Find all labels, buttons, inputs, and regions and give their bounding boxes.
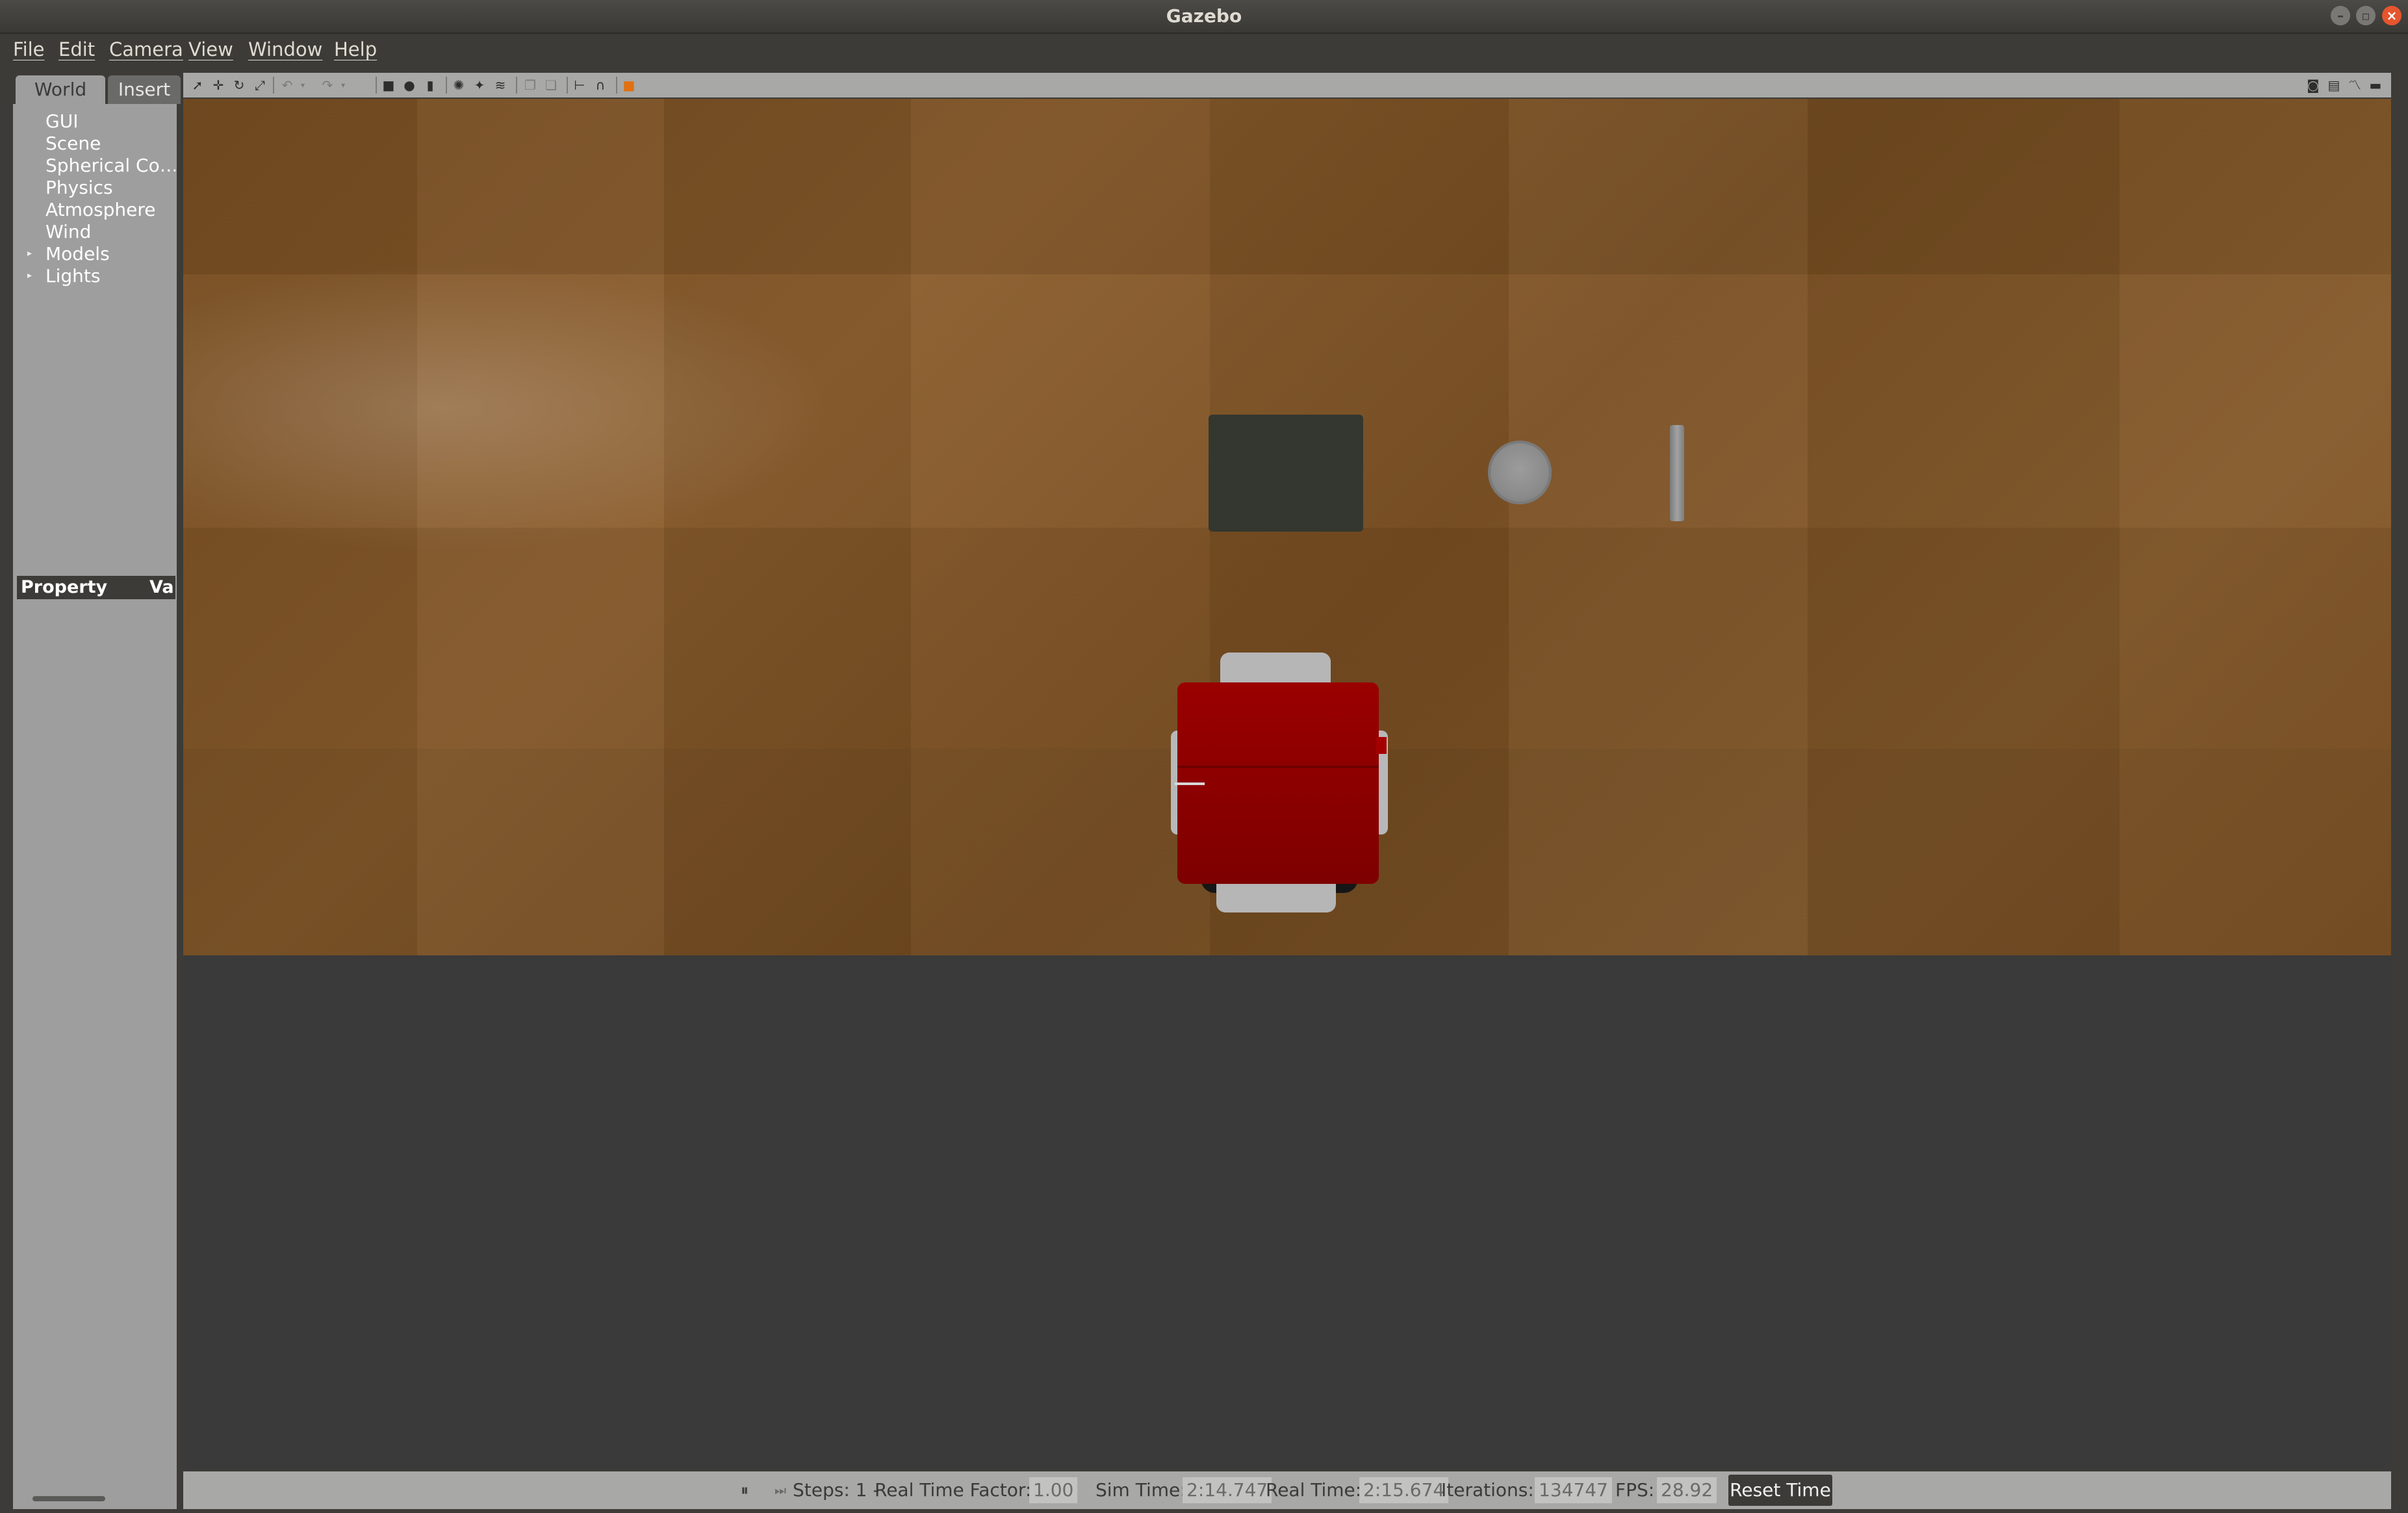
steps-label[interactable]: Steps: 1 - — [793, 1471, 880, 1509]
window-title: Gazebo — [1166, 5, 1242, 27]
step-icon[interactable]: ⏭ — [775, 1471, 786, 1509]
minimize-button[interactable]: – — [2331, 6, 2350, 25]
undo-icon[interactable]: ↶ — [281, 79, 294, 92]
robot-rear-caster — [1216, 880, 1336, 912]
property-table-header: Property Va — [17, 576, 175, 599]
box-model[interactable] — [1209, 415, 1363, 532]
toolbar-separator — [616, 77, 617, 94]
rotate-icon[interactable]: ↻ — [233, 79, 246, 92]
video-icon[interactable]: ▬ — [2369, 79, 2382, 92]
rtf-label: Real Time Factor: — [875, 1479, 1032, 1501]
tree-item-atmosphere[interactable]: Atmosphere — [45, 199, 175, 220]
undo-history-icon[interactable]: ▾ — [296, 79, 309, 92]
iterations-value: 134747 — [1535, 1477, 1612, 1503]
panel-tabs: World Insert — [13, 73, 181, 104]
toolbar-separator — [273, 77, 274, 94]
real-time-label: Real Time: — [1266, 1479, 1362, 1501]
menu-window[interactable]: Window — [248, 34, 322, 65]
cylinder-model[interactable] — [1488, 441, 1552, 504]
tab-insert[interactable]: Insert — [108, 75, 181, 104]
fps-value: 28.92 — [1657, 1477, 1717, 1503]
property-column-header: Property — [21, 577, 108, 597]
directional-light-icon[interactable]: ≋ — [494, 79, 507, 92]
tree-item-gui[interactable]: GUI — [45, 110, 175, 132]
robot-model[interactable] — [1171, 653, 1398, 912]
window-titlebar: Gazebo – ▫ × — [0, 0, 2408, 34]
pause-icon[interactable]: ⏸ — [741, 1471, 749, 1509]
toolbar: ➚ ✛ ↻ ⤢ ↶ ▾ ↷ ▾ ■ ● ▮ ✺ ✦ ≋ ❐ ❏ ⊢ ∩ ■ ◙ … — [183, 73, 2391, 97]
toolbar-separator — [376, 77, 377, 94]
floor-highlight — [183, 261, 833, 554]
snap-icon[interactable]: ∩ — [594, 79, 607, 92]
align-icon[interactable]: ⊢ — [573, 79, 586, 92]
menu-view[interactable]: View — [188, 34, 233, 65]
robot-side-tab — [1376, 737, 1387, 754]
iterations-label: Iterations: — [1441, 1479, 1534, 1501]
expand-arrow-icon[interactable]: ▸ — [27, 270, 32, 281]
rtf-value: 1.00 — [1029, 1477, 1078, 1503]
box-icon[interactable]: ■ — [382, 79, 395, 92]
menu-edit[interactable]: Edit — [58, 34, 95, 65]
maximize-button[interactable]: ▫ — [2356, 6, 2376, 25]
robot-body — [1177, 682, 1379, 884]
tree-item-lights[interactable]: Lights — [45, 265, 175, 287]
cylinder-icon[interactable]: ▮ — [424, 79, 437, 92]
tree-item-models[interactable]: Models — [45, 243, 175, 265]
minimize-icon: – — [2337, 8, 2344, 23]
spot-light-icon[interactable]: ✦ — [473, 79, 486, 92]
tab-world[interactable]: World — [16, 75, 105, 104]
menu-camera[interactable]: Camera — [109, 34, 183, 65]
sphere-icon[interactable]: ● — [403, 79, 416, 92]
tree-item-physics[interactable]: Physics — [45, 177, 175, 198]
reset-time-button[interactable]: Reset Time — [1728, 1475, 1832, 1506]
translate-icon[interactable]: ✛ — [212, 79, 225, 92]
toolbar-separator — [567, 77, 568, 94]
maximize-icon: ▫ — [2361, 8, 2370, 23]
sim-time-value: 2:14.747 — [1183, 1477, 1272, 1503]
robot-body-edge — [1177, 766, 1379, 768]
plot-icon[interactable]: 〽 — [2348, 79, 2361, 92]
close-icon: × — [2386, 8, 2398, 23]
real-time-value: 2:15.674 — [1359, 1477, 1449, 1503]
fps-label: FPS: — [1615, 1479, 1655, 1501]
tree-item-scene[interactable]: Scene — [45, 133, 175, 154]
sim-time-label: Sim Time: — [1095, 1479, 1186, 1501]
change-view-icon[interactable]: ■ — [622, 79, 635, 92]
menubar: File Edit Camera View Window Help — [0, 34, 2408, 65]
horizontal-scrollbar[interactable] — [32, 1496, 105, 1501]
expand-arrow-icon[interactable]: ▸ — [27, 248, 32, 259]
tree-item-spherical-coordinates[interactable]: Spherical Co… — [45, 155, 175, 176]
scene-viewport[interactable] — [183, 99, 2391, 1470]
post-model[interactable] — [1670, 425, 1684, 521]
value-column-header: Va — [149, 577, 174, 597]
paste-icon[interactable]: ❏ — [544, 79, 557, 92]
tree-item-wind[interactable]: Wind — [45, 221, 175, 242]
scale-icon[interactable]: ⤢ — [253, 79, 266, 92]
screenshot-icon[interactable]: ◙ — [2307, 79, 2320, 92]
left-panel: World Insert GUI Scene Spherical Co… Phy… — [13, 73, 181, 1509]
log-icon[interactable]: ▤ — [2327, 79, 2340, 92]
redo-history-icon[interactable]: ▾ — [337, 79, 350, 92]
menu-file[interactable]: File — [13, 34, 45, 65]
copy-icon[interactable]: ❐ — [524, 79, 537, 92]
point-light-icon[interactable]: ✺ — [452, 79, 465, 92]
redo-icon[interactable]: ↷ — [321, 79, 334, 92]
toolbar-separator — [446, 77, 447, 94]
toolbar-separator — [516, 77, 517, 94]
robot-sensor — [1175, 782, 1205, 785]
robot-front-caster — [1220, 653, 1331, 686]
status-bar: ⏸ ⏭ Steps: 1 - Real Time Factor: 1.00 Si… — [183, 1471, 2391, 1509]
close-button[interactable]: × — [2382, 6, 2402, 25]
select-icon[interactable]: ➚ — [191, 79, 204, 92]
menu-help[interactable]: Help — [334, 34, 377, 65]
